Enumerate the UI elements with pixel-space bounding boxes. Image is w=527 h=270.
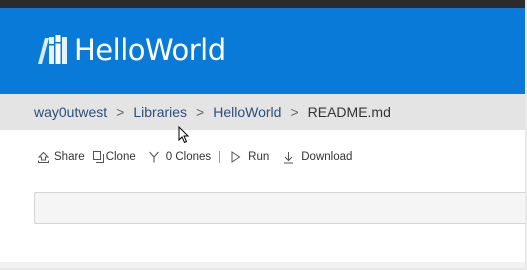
clone-button[interactable]: Clone	[92, 151, 136, 163]
books-icon	[36, 33, 70, 67]
play-icon	[230, 151, 245, 163]
breadcrumb-item-libraries[interactable]: Libraries	[133, 104, 187, 120]
app-header: HelloWorld	[0, 8, 525, 94]
fork-icon	[148, 151, 164, 163]
run-label: Run	[248, 151, 270, 163]
breadcrumb-item-library[interactable]: HelloWorld	[213, 104, 281, 120]
clone-label: Clone	[105, 151, 136, 163]
clones-count-label: 0 Clones	[165, 151, 212, 163]
share-button[interactable]: Share	[37, 151, 85, 164]
breadcrumb-current: README.md	[307, 104, 391, 120]
download-icon	[283, 151, 298, 164]
clones-count[interactable]: 0 Clones	[148, 151, 211, 163]
mouse-cursor-icon	[178, 125, 190, 149]
run-button[interactable]: Run	[230, 151, 269, 163]
breadcrumb-separator: >	[116, 104, 125, 120]
app-logo[interactable]: HelloWorld	[36, 30, 226, 70]
search-input[interactable]	[34, 192, 525, 224]
share-icon	[37, 151, 54, 164]
toolbar: Share Clone 0 Clones Run Download	[37, 147, 352, 167]
breadcrumb: way0utwest > Libraries > HelloWorld > RE…	[0, 94, 525, 130]
breadcrumb-separator: >	[290, 104, 299, 120]
download-label: Download	[301, 151, 353, 163]
page-bottom-strip	[0, 262, 525, 268]
window-top-strip	[0, 0, 525, 8]
app-title: HelloWorld	[74, 33, 226, 67]
share-label: Share	[54, 151, 85, 163]
breadcrumb-separator: >	[196, 104, 205, 120]
breadcrumb-item-owner[interactable]: way0utwest	[34, 104, 107, 120]
toolbar-divider	[219, 151, 221, 163]
download-button[interactable]: Download	[283, 151, 352, 164]
app-window: HelloWorld way0utwest > Libraries > Hell…	[0, 0, 525, 268]
